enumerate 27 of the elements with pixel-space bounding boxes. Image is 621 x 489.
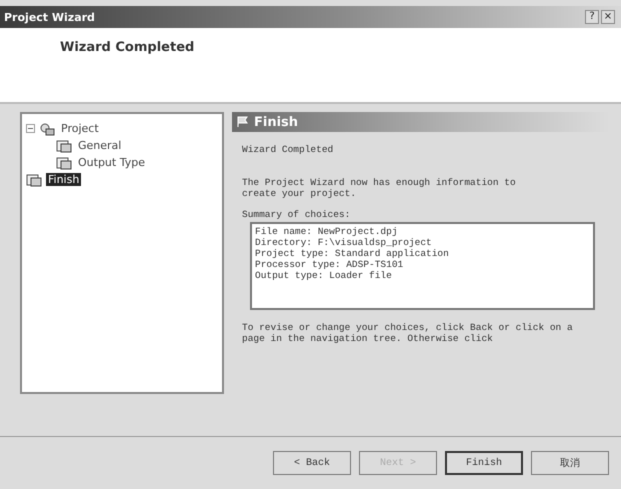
wizard-button[interactable]: < Back xyxy=(273,451,351,475)
tree-item[interactable]: General xyxy=(76,139,124,152)
summary-line: Directory: F:\visualdsp_project xyxy=(255,237,433,248)
summary-line: File name: NewProject.dpj xyxy=(255,226,399,237)
summary-line: Output type: Loader file xyxy=(255,270,393,281)
page-title: Finish xyxy=(254,114,298,130)
header-title: Wizard Completed xyxy=(60,40,194,55)
flag-icon xyxy=(236,116,250,128)
help-button[interactable]: ? xyxy=(585,10,599,24)
wizard-button[interactable]: 取消 xyxy=(531,451,609,475)
tree-item[interactable]: Finish xyxy=(46,173,82,186)
window-title: Project Wizard xyxy=(4,10,95,24)
summary-label: Summary of choices: xyxy=(241,209,352,220)
wizard-button[interactable]: Finish xyxy=(445,451,523,475)
footer-text: To revise or change your choices, click Back or click on a page in the navigation tree. Otherwise click xyxy=(241,322,574,344)
tree-item[interactable]: Project xyxy=(59,122,101,135)
intro-text: The Project Wizard now has enough information to create your project. xyxy=(241,177,517,199)
close-button[interactable]: × xyxy=(601,10,615,24)
wizard-page-icon xyxy=(56,156,72,170)
gear-folder-icon xyxy=(39,122,55,136)
page-heading: Wizard Completed xyxy=(241,144,334,155)
collapse-icon[interactable] xyxy=(26,124,35,133)
wizard-page-icon xyxy=(56,138,72,152)
summary-line: Project type: Standard application xyxy=(255,248,450,259)
wizard-page-icon xyxy=(26,172,42,186)
tree-item[interactable]: Output Type xyxy=(76,156,147,169)
summary-line: Processor type: ADSP-TS101 xyxy=(255,259,404,270)
